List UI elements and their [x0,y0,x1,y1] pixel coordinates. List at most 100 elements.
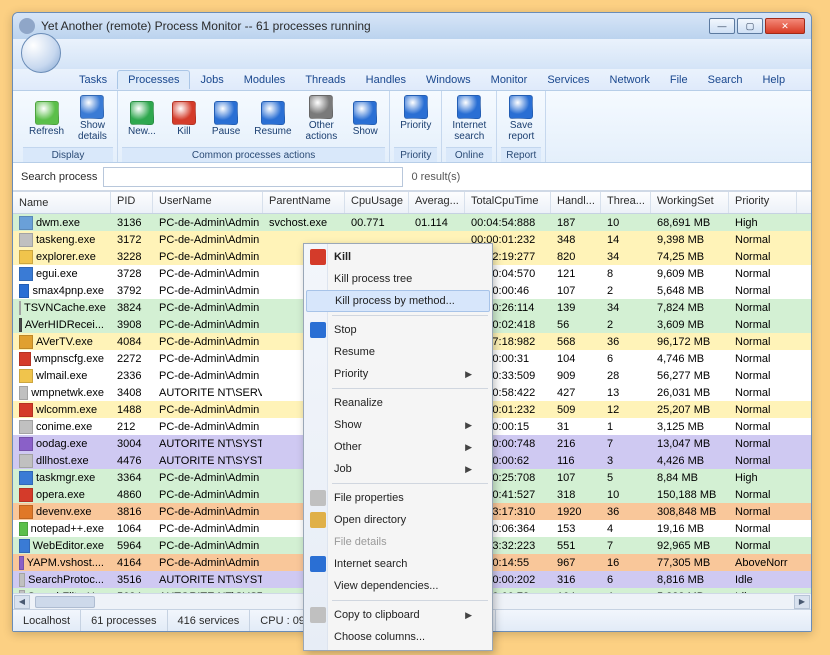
search-input[interactable] [103,167,403,187]
column-header[interactable]: TotalCpuTime [465,192,551,213]
context-menu[interactable]: KillKill process treeKill process by met… [303,243,493,651]
process-icon [19,403,33,417]
tab-help[interactable]: Help [752,71,795,89]
ribbon-label: Showdetails [78,120,107,142]
column-header[interactable]: Threa... [601,192,651,213]
kill-button[interactable]: Kill [164,93,204,144]
ribbon-group: New...KillPauseResumeOtheractionsShowCom… [118,91,390,162]
tab-processes[interactable]: Processes [117,70,190,89]
menu-item-choose-columns-[interactable]: Choose columns... [306,626,490,648]
table-row[interactable]: dwm.exe3136PC-de-Admin\Adminsvchost.exe0… [13,214,811,231]
cell: 8 [601,268,651,280]
column-header[interactable]: Handl... [551,192,601,213]
process-icon [19,335,33,349]
cell: AVerHIDRecei... [13,318,111,332]
column-header[interactable]: Averag... [409,192,465,213]
ribbon-group-label: Display [23,147,113,162]
cell: 187 [551,217,601,229]
tab-windows[interactable]: Windows [416,71,481,89]
menu-item-file-properties[interactable]: File properties [306,487,490,509]
cell: 00:04:54:888 [465,217,551,229]
menu-item-kill-process-tree[interactable]: Kill process tree [306,268,490,290]
menu-item-show[interactable]: Show▶ [306,414,490,436]
column-header[interactable]: Name [13,192,111,213]
menu-item-internet-search[interactable]: Internet search [306,553,490,575]
grid-header[interactable]: NamePIDUserNameParentNameCpuUsageAverag.… [13,192,811,214]
menu-item-reanalize[interactable]: Reanalize [306,392,490,414]
ribbon-icon [130,101,154,125]
menu-item-label: Job [334,463,352,475]
cell: 9,398 MB [651,234,729,246]
cell: 2 [601,285,651,297]
maximize-button[interactable]: ▢ [737,18,763,34]
refresh-button[interactable]: Refresh [23,93,70,144]
cell: Normal [729,234,797,246]
tab-network[interactable]: Network [600,71,660,89]
menu-item-copy-to-clipboard[interactable]: Copy to clipboard▶ [306,604,490,626]
cell: PC-de-Admin\Admin [153,421,263,433]
column-header[interactable]: Priority [729,192,797,213]
column-header[interactable]: PID [111,192,153,213]
pause-button[interactable]: Pause [206,93,246,144]
column-header[interactable]: UserName [153,192,263,213]
cell: 1064 [111,523,153,535]
menu-item-priority[interactable]: Priority▶ [306,363,490,385]
column-header[interactable]: ParentName [263,192,345,213]
menu-item-stop[interactable]: Stop [306,319,490,341]
scroll-left-icon[interactable]: ◀ [14,595,30,609]
cell: 36 [601,506,651,518]
cell: 34 [601,302,651,314]
cell: 7,824 MB [651,302,729,314]
tab-services[interactable]: Services [537,71,599,89]
scroll-thumb[interactable] [35,596,95,608]
cell: 7 [601,438,651,450]
orb-button[interactable] [21,33,61,73]
tab-handles[interactable]: Handles [356,71,416,89]
tab-file[interactable]: File [660,71,698,89]
show-button[interactable]: Showdetails [72,93,113,144]
minimize-button[interactable]: — [709,18,735,34]
tab-search[interactable]: Search [698,71,753,89]
internet-button[interactable]: Internetsearch [446,93,492,144]
tab-jobs[interactable]: Jobs [190,71,233,89]
cell: 3816 [111,506,153,518]
tab-tasks[interactable]: Tasks [69,71,117,89]
show-button[interactable]: Show [345,93,385,144]
menu-icon [310,249,326,265]
menu-item-kill-process-by-method-[interactable]: Kill process by method... [306,290,490,312]
cell: PC-de-Admin\Admin [153,251,263,263]
close-button[interactable]: ✕ [765,18,805,34]
tab-modules[interactable]: Modules [234,71,296,89]
cell: 4,426 MB [651,455,729,467]
resume-button[interactable]: Resume [248,93,297,144]
menu-item-open-directory[interactable]: Open directory [306,509,490,531]
menu-item-view-dependencies-[interactable]: View dependencies... [306,575,490,597]
cell: 107 [551,285,601,297]
other-button[interactable]: Otheractions [300,93,344,144]
submenu-arrow-icon: ▶ [465,369,472,380]
cell: 14 [601,234,651,246]
priority-button[interactable]: Priority [394,93,437,133]
cell: AUTORITE NT\SYSTEM [153,574,263,586]
tab-threads[interactable]: Threads [295,71,355,89]
cell: 121 [551,268,601,280]
cell: Normal [729,251,797,263]
column-header[interactable]: CpuUsage [345,192,409,213]
tab-monitor[interactable]: Monitor [481,71,538,89]
titlebar[interactable]: Yet Another (remote) Process Monitor -- … [13,13,811,39]
process-icon [19,522,28,536]
column-header[interactable]: WorkingSet [651,192,729,213]
cell: Idle [729,574,797,586]
cell: PC-de-Admin\Admin [153,506,263,518]
new--button[interactable]: New... [122,93,162,144]
menu-item-kill[interactable]: Kill [306,246,490,268]
cell: Normal [729,540,797,552]
menu-item-label: Internet search [334,558,407,570]
save-button[interactable]: Savereport [501,93,541,144]
menu-item-job[interactable]: Job▶ [306,458,490,480]
menu-item-other[interactable]: Other▶ [306,436,490,458]
status-processes: 61 processes [81,610,167,631]
ribbon-label: New... [128,126,156,137]
menu-item-resume[interactable]: Resume [306,341,490,363]
scroll-right-icon[interactable]: ▶ [794,595,810,609]
